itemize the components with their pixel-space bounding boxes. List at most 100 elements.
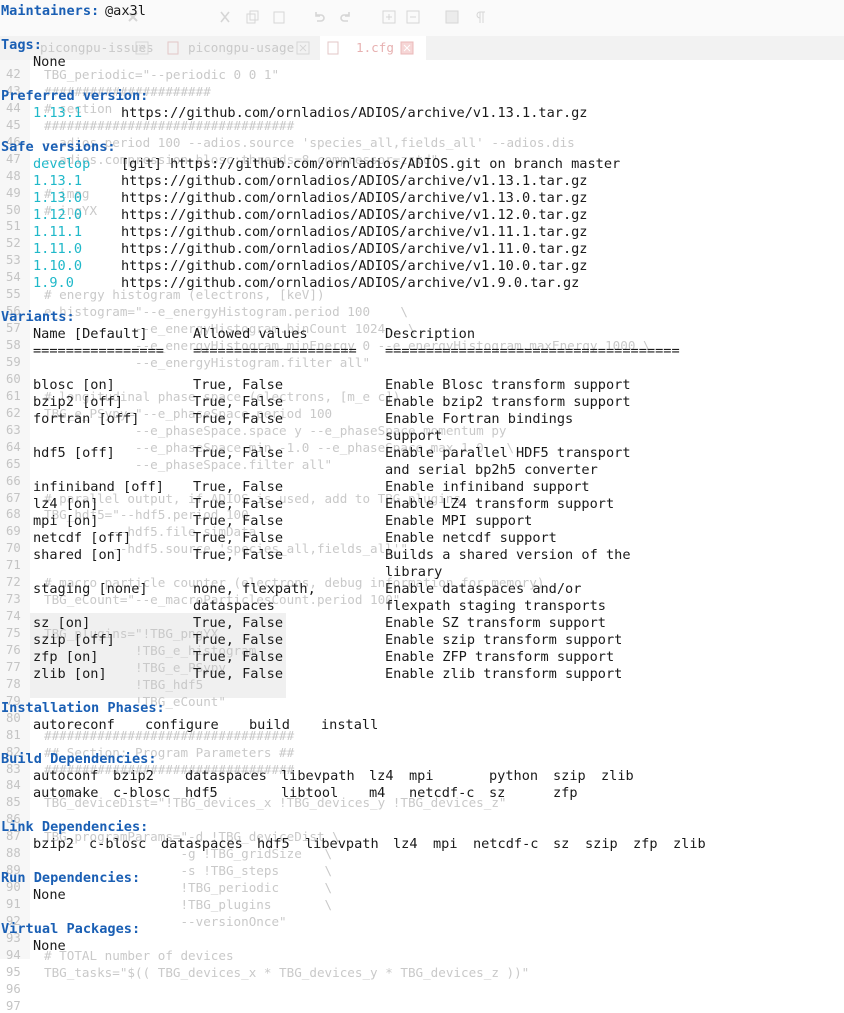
variant-name: lz4 [on]	[33, 496, 99, 512]
variant-description: Enable Blosc transform support	[385, 377, 631, 393]
variant-name: sz [on]	[33, 615, 91, 631]
installation-phase: install	[321, 717, 379, 733]
build-dependency: autoconf	[33, 768, 99, 784]
link-dependency: mpi	[433, 836, 458, 852]
variant-allowed-values: True, False	[193, 530, 284, 546]
variant-allowed-values: True, False	[193, 445, 284, 461]
build-dependency: mpi	[409, 768, 434, 784]
safe-version-number: 1.9.0	[33, 275, 74, 291]
variant-description: Enable bzip2 transform support	[385, 394, 631, 410]
variant-description: support	[385, 428, 443, 444]
variant-name: fortran [off]	[33, 411, 140, 427]
link-dependency: lz4	[393, 836, 418, 852]
link-dependencies-heading: Link Dependencies:	[1, 819, 149, 835]
link-dependency: c-blosc	[89, 836, 147, 852]
variant-name: blosc [on]	[33, 377, 115, 393]
variant-allowed-values: True, False	[193, 547, 284, 563]
build-dependency: python	[489, 768, 539, 784]
variant-description: flexpath staging transports	[385, 598, 606, 614]
variants-col-values: Allowed values	[193, 326, 308, 342]
safe-version-number: develop	[33, 156, 91, 172]
build-dependency: c-blosc	[113, 785, 171, 801]
variant-name: bzip2 [off]	[33, 394, 124, 410]
variant-allowed-values: True, False	[193, 615, 284, 631]
variant-allowed-values: True, False	[193, 411, 284, 427]
variants-rule: ====================================	[385, 343, 680, 359]
safe-version-source: https://github.com/ornladios/ADIOS/archi…	[121, 207, 588, 223]
maintainers-heading: Maintainers:	[1, 3, 100, 19]
build-dependency: hdf5	[185, 785, 218, 801]
preferred-version-number: 1.13.1	[33, 105, 83, 121]
virtual-packages-value: None	[33, 938, 66, 954]
run-dependencies-value: None	[33, 887, 66, 903]
variant-allowed-values: dataspaces	[193, 598, 275, 614]
link-dependency: dataspaces	[161, 836, 243, 852]
variant-allowed-values: True, False	[193, 377, 284, 393]
build-dependency: zfp	[553, 785, 578, 801]
safe-version-source: https://github.com/ornladios/ADIOS/archi…	[121, 173, 588, 189]
safe-version-source: [git] https://github.com/ornladios/ADIOS…	[121, 156, 621, 172]
link-dependency: sz	[553, 836, 570, 852]
variants-col-name: Name [Default]	[33, 326, 148, 342]
build-dependency: m4	[369, 785, 386, 801]
variant-allowed-values: True, False	[193, 394, 284, 410]
installation-phases-heading: Installation Phases:	[1, 700, 165, 716]
variant-allowed-values: none, flexpath,	[193, 581, 316, 597]
link-dependency: libevpath	[305, 836, 379, 852]
variant-description: Enable Fortran bindings	[385, 411, 574, 427]
safe-version-number: 1.10.0	[33, 258, 83, 274]
link-dependency: zlib	[673, 836, 706, 852]
variant-allowed-values: True, False	[193, 496, 284, 512]
terminal-output: Maintainers: @ax3l Tags: None Preferred …	[0, 0, 844, 959]
variant-name: netcdf [off]	[33, 530, 132, 546]
safe-version-source: https://github.com/ornladios/ADIOS/archi…	[121, 190, 588, 206]
variant-description: and serial bp2h5 converter	[385, 462, 598, 478]
variant-description: Builds a shared version of the	[385, 547, 631, 563]
safe-version-number: 1.12.0	[33, 207, 83, 223]
variant-allowed-values: True, False	[193, 649, 284, 665]
safe-version-source: https://github.com/ornladios/ADIOS/archi…	[121, 258, 588, 274]
line-number: 95	[6, 965, 21, 979]
build-dependency: lz4	[369, 768, 394, 784]
variant-description: Enable szip transform support	[385, 632, 623, 648]
maintainers-value: @ax3l	[105, 3, 146, 19]
variant-allowed-values: True, False	[193, 632, 284, 648]
run-dependencies-heading: Run Dependencies:	[1, 870, 141, 886]
variant-allowed-values: True, False	[193, 513, 284, 529]
build-dependency: szip	[553, 768, 586, 784]
build-dependency: libtool	[281, 785, 339, 801]
build-dependency: sz	[489, 785, 506, 801]
line-number: 96	[6, 982, 21, 996]
installation-phase: configure	[145, 717, 219, 733]
variant-description: Enable SZ transform support	[385, 615, 606, 631]
build-dependency: bzip2	[113, 768, 154, 784]
variant-description: Enable netcdf support	[385, 530, 557, 546]
variant-name: staging [none]	[33, 581, 148, 597]
variants-col-description: Description	[385, 326, 476, 342]
tags-value: None	[33, 54, 66, 70]
variant-name: mpi [on]	[33, 513, 99, 529]
safe-version-source: https://github.com/ornladios/ADIOS/archi…	[121, 275, 580, 291]
build-dependency: dataspaces	[185, 768, 267, 784]
variants-rule: ================	[33, 343, 164, 359]
variant-allowed-values: True, False	[193, 666, 284, 682]
safe-version-source: https://github.com/ornladios/ADIOS/archi…	[121, 224, 588, 240]
link-dependency: zfp	[633, 836, 658, 852]
variant-description: Enable dataspaces and/or	[385, 581, 582, 597]
variant-name: zfp [on]	[33, 649, 99, 665]
safe-version-source: https://github.com/ornladios/ADIOS/archi…	[121, 241, 588, 257]
link-dependency: szip	[585, 836, 618, 852]
safe-versions-heading: Safe versions:	[1, 139, 116, 155]
variant-description: Enable zlib transform support	[385, 666, 623, 682]
link-dependency: hdf5	[257, 836, 290, 852]
build-dependency: libevpath	[281, 768, 355, 784]
variants-heading: Variants:	[1, 309, 75, 325]
variant-allowed-values: True, False	[193, 479, 284, 495]
variant-name: szip [off]	[33, 632, 115, 648]
build-dependency: automake	[33, 785, 99, 801]
safe-version-number: 1.13.1	[33, 173, 83, 189]
variant-description: Enable infiniband support	[385, 479, 590, 495]
variant-description: Enable parallel HDF5 transport	[385, 445, 631, 461]
variant-name: hdf5 [off]	[33, 445, 115, 461]
tags-heading: Tags:	[1, 37, 42, 53]
